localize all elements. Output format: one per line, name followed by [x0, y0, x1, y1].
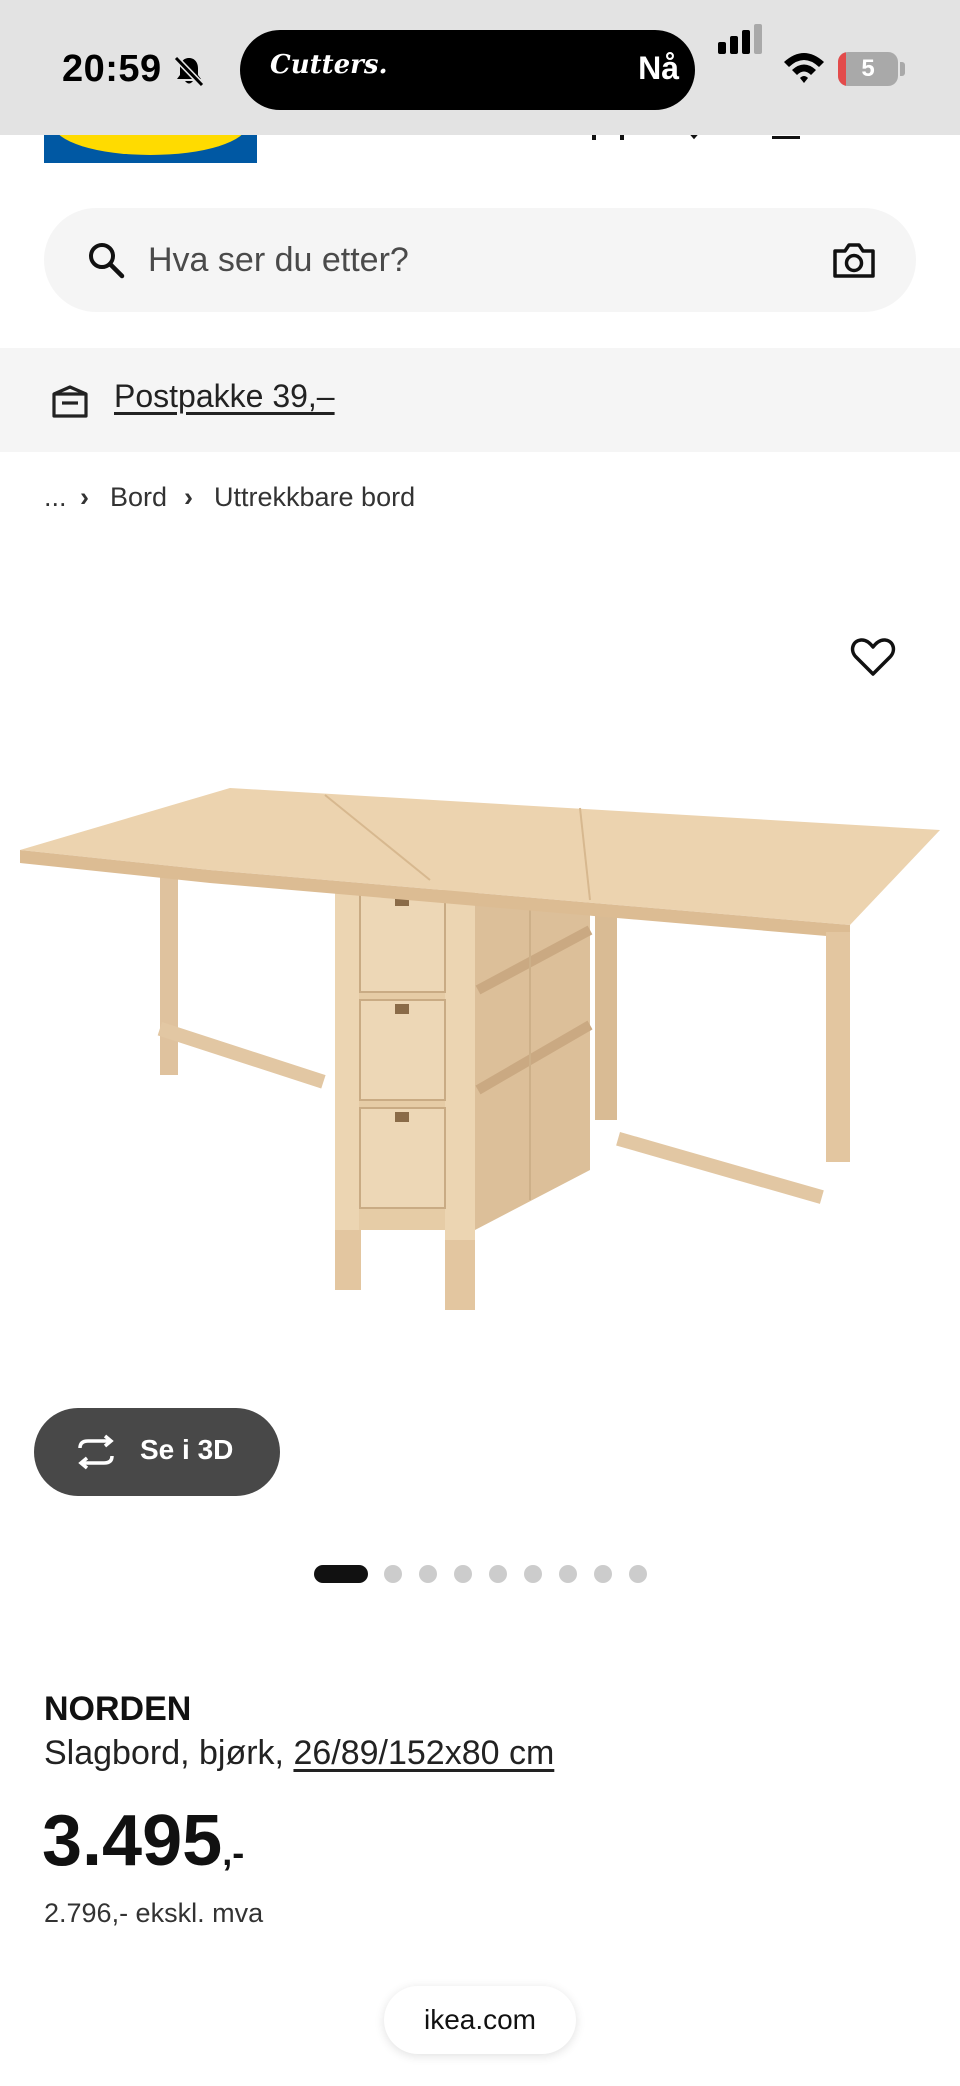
status-time: 20:59 [62, 48, 162, 90]
carousel-dot-1[interactable] [314, 1565, 368, 1583]
view-3d-label: Se i 3D [140, 1434, 234, 1465]
battery-tip [900, 62, 905, 76]
carousel-dot-6[interactable] [524, 1565, 542, 1583]
table-drawing [20, 788, 940, 1310]
ikea-logo[interactable] [44, 135, 257, 163]
rotate-3d-icon [78, 1434, 114, 1470]
status-bar: 20:59 Cutters. Nå 5 [0, 0, 960, 135]
battery-level: 5 [861, 55, 875, 82]
heart-icon[interactable] [850, 636, 896, 678]
island-status: Nå [638, 50, 679, 86]
search-bar[interactable] [44, 208, 916, 312]
shipping-banner: Postpakke 39,– [0, 348, 960, 452]
search-icon [89, 243, 125, 279]
product-size-link[interactable]: 26/89/152x80 cm [293, 1734, 554, 1772]
product-name: NORDEN [44, 1690, 192, 1728]
battery-icon: 5 [838, 52, 898, 86]
dynamic-island[interactable]: Cutters. Nå [240, 30, 695, 110]
view-3d-button[interactable]: Se i 3D [34, 1408, 280, 1496]
price-ex-vat: 2.796,- ekskl. mva [44, 1898, 264, 1928]
carousel-dot-7[interactable] [559, 1565, 577, 1583]
carousel-dot-4[interactable] [454, 1565, 472, 1583]
island-app-name: Cutters. [270, 50, 388, 80]
carousel-dot-3[interactable] [419, 1565, 437, 1583]
product-image[interactable] [0, 760, 960, 1320]
breadcrumb-item-bord[interactable]: Bord [110, 482, 167, 513]
bell-muted-icon [173, 55, 205, 88]
breadcrumb-ellipsis[interactable]: ... [44, 482, 67, 513]
browser-url-bar[interactable]: ikea.com [384, 1986, 576, 2054]
parcel-box-icon [52, 385, 88, 418]
shipping-link[interactable]: Postpakke 39,– [114, 378, 335, 415]
carousel-dot-9[interactable] [629, 1565, 647, 1583]
search-input[interactable] [148, 234, 748, 286]
price-suffix: ,- [222, 1832, 245, 1873]
breadcrumb-separator: › [80, 482, 89, 512]
product-price: 3.495,- [42, 1800, 244, 1882]
wifi-icon [784, 53, 824, 83]
price-main: 3.495 [42, 1801, 223, 1881]
breadcrumb-separator: › [184, 482, 193, 512]
carousel-dot-8[interactable] [594, 1565, 612, 1583]
product-page: 20:59 Cutters. Nå 5 Hva ser du etter? Po… [0, 0, 960, 2086]
product-description: Slagbord, bjørk, 26/89/152x80 cm [44, 1734, 554, 1773]
camera-icon[interactable] [832, 240, 876, 280]
breadcrumb-item-uttrekkbare-bord[interactable]: Uttrekkbare bord [214, 482, 415, 513]
carousel-dot-5[interactable] [489, 1565, 507, 1583]
product-type: Slagbord, bjørk, [44, 1734, 284, 1772]
carousel-dot-2[interactable] [384, 1565, 402, 1583]
